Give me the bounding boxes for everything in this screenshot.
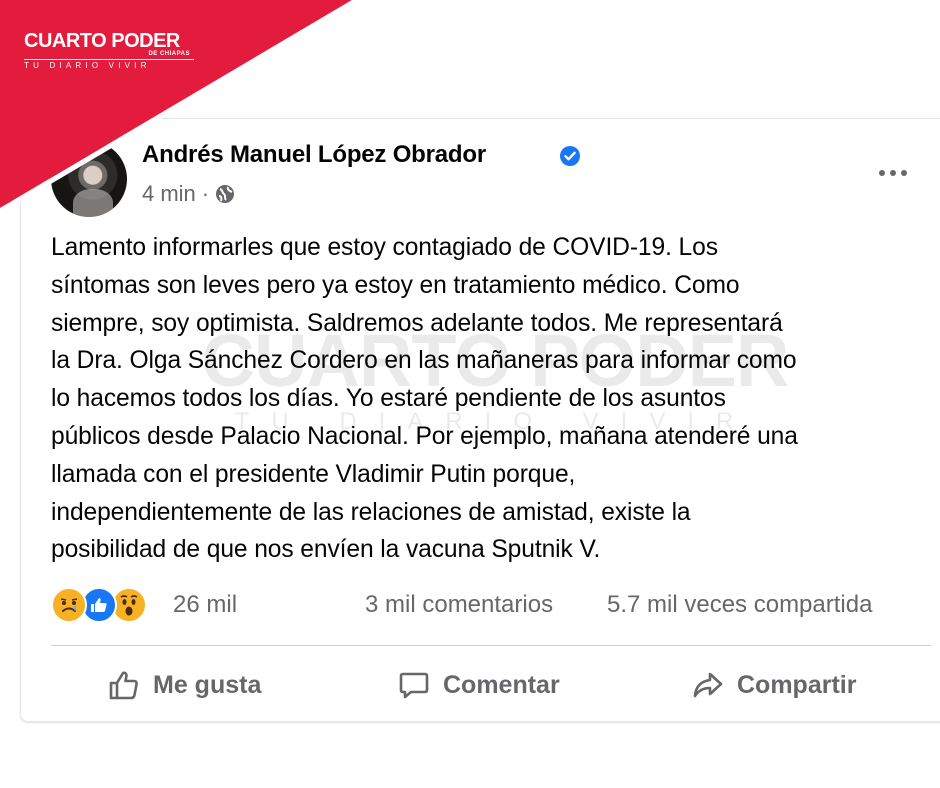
- share-arrow-icon: [693, 672, 723, 698]
- verified-badge-icon: [560, 146, 580, 166]
- post-author-name[interactable]: Andrés Manuel López Obrador: [142, 141, 486, 169]
- comment-label: Comentar: [443, 670, 560, 699]
- comment-button[interactable]: Comentar: [397, 665, 560, 705]
- like-button[interactable]: Me gusta: [107, 665, 261, 705]
- thumbs-up-icon: [109, 671, 138, 700]
- more-dot-icon: [879, 170, 885, 176]
- brand-region: DE CHIAPAS: [148, 51, 190, 57]
- brand-name: CUARTO PODER: [24, 30, 180, 52]
- comments-count[interactable]: 3 mil comentarios: [365, 591, 553, 619]
- like-label: Me gusta: [153, 670, 262, 699]
- more-dot-icon: [890, 170, 896, 176]
- comment-bubble-icon: [399, 672, 429, 699]
- sad-reaction-icon: [51, 587, 87, 623]
- post-meta: 4 min ·: [142, 181, 235, 207]
- reaction-icons[interactable]: [51, 587, 147, 623]
- meta-separator: ·: [201, 181, 210, 206]
- more-dot-icon: [901, 170, 907, 176]
- share-label: Compartir: [737, 670, 857, 699]
- reaction-count[interactable]: 26 mil: [173, 591, 237, 619]
- post-time[interactable]: 4 min: [142, 181, 196, 207]
- globe-icon: [216, 185, 235, 203]
- more-options-button[interactable]: [879, 165, 913, 181]
- divider: [51, 645, 931, 646]
- brand-logo: CUARTO PODER DE CHIAPAS TU DIARIO VIVIR: [24, 30, 194, 70]
- share-button[interactable]: Compartir: [691, 665, 856, 705]
- facebook-post-card: Andrés Manuel López Obrador 4 min · CUAR…: [20, 118, 940, 722]
- brand-tagline: TU DIARIO VIVIR: [24, 59, 194, 70]
- post-text: Lamento informarles que estoy contagiado…: [51, 234, 798, 564]
- avatar[interactable]: [51, 141, 127, 217]
- shares-count[interactable]: 5.7 mil veces compartida: [607, 591, 872, 619]
